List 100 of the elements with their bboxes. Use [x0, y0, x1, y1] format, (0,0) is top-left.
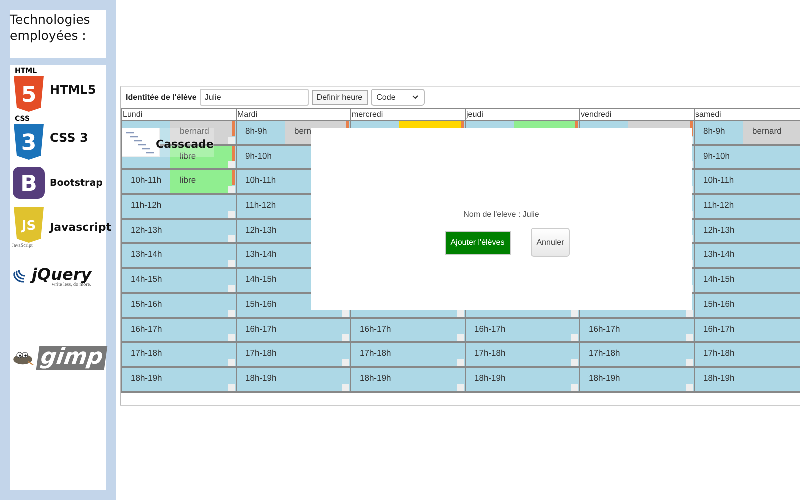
- resize-handle[interactable]: [686, 384, 692, 391]
- time-label: 12h-13h: [244, 224, 278, 237]
- logo-wordmark: jQuery: [32, 266, 92, 282]
- time-label: 14h-15h: [702, 273, 736, 286]
- time-label: 15h-16h: [702, 298, 736, 311]
- resize-handle[interactable]: [228, 260, 234, 268]
- time-cell[interactable]: 18h-19h: [580, 368, 694, 393]
- time-cell[interactable]: 12h-13h: [694, 220, 800, 244]
- day-header: jeudi: [466, 108, 579, 121]
- resize-handle[interactable]: [686, 358, 692, 366]
- flag-marker: [232, 146, 234, 161]
- resize-handle[interactable]: [456, 358, 464, 366]
- time-cell[interactable]: 14h-15h: [122, 269, 236, 294]
- time-label: 17h-18h: [244, 347, 278, 360]
- time-label: 17h-18h: [359, 347, 392, 360]
- resize-handle[interactable]: [228, 235, 234, 242]
- time-cell[interactable]: 18h-19h: [351, 368, 464, 393]
- time-label: 17h-18h: [130, 347, 164, 360]
- time-cell[interactable]: 8h-9h bernard: [694, 121, 800, 146]
- time-cell[interactable]: 17h-18h: [122, 343, 236, 368]
- time-label: 17h-18h: [474, 347, 507, 360]
- time-cell[interactable]: 18h-19h: [122, 368, 236, 393]
- time-cell[interactable]: 16h-17h: [580, 318, 694, 344]
- time-cell[interactable]: 11h-12h: [694, 195, 800, 220]
- resize-handle[interactable]: [228, 334, 234, 342]
- resize-handle[interactable]: [571, 384, 578, 391]
- time-label: 10h-11h: [244, 174, 278, 188]
- resize-handle[interactable]: [456, 334, 464, 342]
- shield-icon: [14, 206, 44, 242]
- flag-marker: [232, 170, 234, 186]
- time-cell[interactable]: 10h-11h libre: [122, 170, 236, 196]
- resize-handle[interactable]: [456, 384, 464, 391]
- resize-handle[interactable]: [228, 384, 234, 391]
- day-header: Mardi: [236, 108, 350, 121]
- time-cell[interactable]: 17h-18h: [351, 343, 464, 368]
- logo-glyph: JS: [22, 218, 36, 234]
- time-cell[interactable]: 17h-18h: [694, 343, 800, 368]
- time-cell[interactable]: 16h-17h: [694, 318, 800, 344]
- time-label: 16h-17h: [474, 322, 507, 336]
- time-label: 18h-19h: [588, 372, 622, 385]
- technology-label: Javascript: [50, 220, 112, 234]
- time-label: 16h-17h: [244, 322, 278, 336]
- time-label: 18h-19h: [130, 372, 164, 385]
- time-cell[interactable]: 16h-17h: [122, 318, 236, 344]
- time-label: 15h-16h: [130, 298, 164, 311]
- time-label: 17h-18h: [702, 347, 736, 360]
- time-cell[interactable]: 15h-16h: [122, 294, 236, 318]
- time-label: 12h-13h: [130, 224, 164, 237]
- resize-handle[interactable]: [228, 210, 234, 218]
- time-cell[interactable]: 18h-19h: [694, 368, 800, 393]
- time-cell[interactable]: 9h-10h: [694, 146, 800, 170]
- time-label: 14h-15h: [130, 273, 164, 286]
- booking-slot[interactable]: libre: [170, 170, 232, 194]
- time-cell[interactable]: 17h-18h: [236, 343, 350, 368]
- resize-handle[interactable]: [342, 384, 349, 391]
- time-cell[interactable]: 17h-18h: [466, 343, 579, 368]
- time-cell[interactable]: 16h-17h: [236, 318, 350, 344]
- time-label: 13h-14h: [244, 248, 278, 262]
- time-label: 16h-17h: [130, 322, 164, 336]
- time-cell[interactable]: 14h-15h: [694, 269, 800, 294]
- time-cell[interactable]: 17h-18h: [580, 343, 694, 368]
- time-label: 9h-10h: [702, 150, 731, 163]
- time-cell[interactable]: 16h-17h: [466, 318, 579, 344]
- time-cell[interactable]: 18h-19h: [236, 368, 350, 393]
- resize-handle[interactable]: [686, 334, 692, 342]
- rounded-square-icon: [13, 167, 45, 199]
- time-cell[interactable]: 13h-14h: [694, 244, 800, 270]
- code-select[interactable]: Code: [370, 89, 425, 106]
- time-cell[interactable]: 18h-19h: [466, 368, 579, 393]
- time-cell[interactable]: 15h-16h: [694, 294, 800, 318]
- time-label: 11h-12h: [244, 199, 278, 212]
- time-cell[interactable]: 16h-17h: [351, 318, 464, 344]
- time-label: 18h-19h: [359, 372, 392, 385]
- time-cell[interactable]: 10h-11h: [694, 170, 800, 196]
- resize-handle[interactable]: [228, 284, 234, 292]
- resize-handle[interactable]: [571, 358, 578, 366]
- logo-glyph: 3: [21, 131, 37, 156]
- technology-label: Bootstrap: [50, 178, 103, 188]
- set-time-button[interactable]: Definir heure: [312, 90, 368, 105]
- time-label: 16h-17h: [359, 322, 392, 336]
- flag-marker: [232, 121, 234, 136]
- time-label: 8h-9h: [702, 125, 726, 138]
- time-label: 16h-17h: [588, 322, 622, 336]
- resize-handle[interactable]: [228, 310, 234, 316]
- booking-slot[interactable]: bernard: [742, 121, 800, 144]
- resize-handle[interactable]: [342, 358, 349, 366]
- logo-glyph: 5: [21, 83, 37, 108]
- add-button[interactable]: Ajouter l'élèves: [444, 230, 511, 254]
- time-cell[interactable]: 12h-13h: [122, 220, 236, 244]
- resize-handle[interactable]: [571, 334, 578, 342]
- name-input[interactable]: Julie: [200, 89, 309, 106]
- resize-handle[interactable]: [342, 334, 349, 342]
- time-cell[interactable]: 13h-14h: [122, 244, 236, 270]
- time-label: 12h-13h: [702, 224, 736, 237]
- resize-handle[interactable]: [228, 358, 234, 366]
- sidebar-title: Technologies employées :: [10, 12, 92, 44]
- day-header: Lundi: [122, 108, 236, 121]
- cancel-button[interactable]: Annuler: [530, 228, 570, 257]
- time-cell[interactable]: 11h-12h: [122, 195, 236, 220]
- day-header: vendredi: [580, 108, 694, 121]
